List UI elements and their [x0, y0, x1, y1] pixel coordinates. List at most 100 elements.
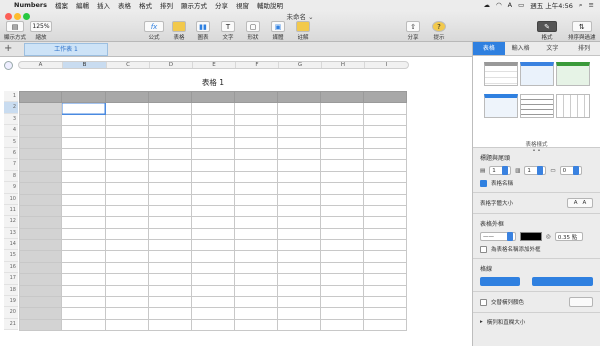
- table-cell-c17[interactable]: [105, 273, 149, 286]
- table-cell-f15[interactable]: [234, 250, 278, 263]
- table-cell-f7[interactable]: [234, 159, 278, 172]
- table-cell-f2[interactable]: [234, 102, 278, 115]
- table-cell-c8[interactable]: [105, 170, 149, 184]
- table-cell-c9[interactable]: [105, 182, 149, 195]
- table-cell-e13[interactable]: [191, 227, 235, 241]
- table-cell-b19[interactable]: [61, 296, 106, 309]
- header-rows-stepper[interactable]: 1: [489, 166, 512, 175]
- table-cell-b4[interactable]: [61, 125, 106, 138]
- table-cell-d21[interactable]: [148, 318, 192, 332]
- table-cell-h16[interactable]: [320, 261, 364, 275]
- table-cell-b8[interactable]: [61, 170, 106, 184]
- table-cell-b9[interactable]: [61, 182, 106, 195]
- row-header-14[interactable]: 14: [4, 239, 18, 251]
- table-cell-d12[interactable]: [148, 216, 192, 229]
- menu-format[interactable]: 格式: [139, 0, 152, 10]
- table-button[interactable]: 表格: [172, 21, 186, 41]
- table-cell-a16[interactable]: [19, 261, 62, 275]
- table-cell-f13[interactable]: [234, 227, 278, 241]
- share-button[interactable]: ⇧ 分享: [406, 21, 420, 41]
- table-cell-i16[interactable]: [363, 261, 407, 275]
- table-cell-h6[interactable]: [320, 147, 364, 161]
- row-header-21[interactable]: 21: [4, 318, 18, 331]
- menu-view[interactable]: 顯示方式: [181, 0, 207, 10]
- row-column-size-section[interactable]: ▸ 橫列和直欄大小: [473, 313, 600, 331]
- font-size-buttons[interactable]: AA: [567, 198, 593, 208]
- table-cell-i9[interactable]: [363, 182, 407, 195]
- table-cell-d17[interactable]: [148, 273, 192, 286]
- row-header-11[interactable]: 11: [4, 204, 18, 217]
- input-source-icon[interactable]: A: [508, 1, 512, 9]
- table-cell-f5[interactable]: [234, 136, 278, 149]
- menu-help[interactable]: 輔助說明: [257, 0, 283, 10]
- row-header-8[interactable]: 8: [4, 170, 18, 183]
- row-header-13[interactable]: 13: [4, 227, 18, 240]
- table-name-outline-checkbox[interactable]: [480, 245, 487, 253]
- table-cell-i13[interactable]: [363, 227, 407, 241]
- table-cell-g21[interactable]: [277, 318, 321, 332]
- table-cell-a12[interactable]: [19, 216, 62, 229]
- table-cell-g16[interactable]: [277, 261, 321, 275]
- table-cell-e18[interactable]: [191, 284, 235, 298]
- table-cell-f10[interactable]: [234, 193, 278, 206]
- table-cell-f16[interactable]: [234, 261, 278, 275]
- table-cell-a1[interactable]: [19, 90, 62, 104]
- table-cell-b6[interactable]: [61, 147, 106, 161]
- table-cell-i6[interactable]: [363, 147, 407, 161]
- table-cell-a3[interactable]: [19, 113, 62, 127]
- table-cell-g5[interactable]: [277, 136, 321, 149]
- table-cell-i5[interactable]: [363, 136, 407, 149]
- table-cell-b18[interactable]: [61, 284, 106, 298]
- table-cell-h8[interactable]: [320, 170, 364, 184]
- table-cell-e8[interactable]: [191, 170, 235, 184]
- tab-arrange[interactable]: 排列: [568, 42, 600, 55]
- table-cell-g14[interactable]: [277, 239, 321, 252]
- row-header-19[interactable]: 19: [4, 296, 18, 308]
- table-cell-f1[interactable]: [234, 90, 278, 104]
- table-cell-i19[interactable]: [363, 296, 407, 309]
- table-cell-h1[interactable]: [320, 90, 364, 104]
- table-cell-c12[interactable]: [105, 216, 149, 229]
- menu-share[interactable]: 分享: [215, 0, 228, 10]
- comment-button[interactable]: 註解: [296, 21, 310, 41]
- outline-style-dropdown[interactable]: ——: [480, 232, 516, 241]
- table-cell-g18[interactable]: [277, 284, 321, 298]
- font-bigger-button[interactable]: A: [583, 200, 587, 206]
- table-cell-e5[interactable]: [191, 136, 235, 149]
- table-select-handle[interactable]: [4, 61, 13, 70]
- font-smaller-button[interactable]: A: [574, 200, 578, 206]
- document-title[interactable]: 未命名 ⌄: [0, 11, 600, 21]
- table-cell-b21[interactable]: [61, 318, 106, 332]
- table-cell-g7[interactable]: [277, 159, 321, 172]
- table-cell-c20[interactable]: [105, 307, 149, 320]
- table-cell-c2[interactable]: [105, 102, 149, 115]
- table-cell-g19[interactable]: [277, 296, 321, 309]
- table-cell-g8[interactable]: [277, 170, 321, 184]
- table-cell-e21[interactable]: [191, 318, 235, 332]
- table-cell-a18[interactable]: [19, 284, 62, 298]
- table-cell-f20[interactable]: [234, 307, 278, 320]
- table-cell-f18[interactable]: [234, 284, 278, 298]
- table-style-6[interactable]: [556, 94, 590, 118]
- table-cell-e16[interactable]: [191, 261, 235, 275]
- table-cell-i21[interactable]: [363, 318, 407, 332]
- table-cell-i17[interactable]: [363, 273, 407, 286]
- menu-edit[interactable]: 編輯: [76, 0, 89, 10]
- table-cell-g3[interactable]: [277, 113, 321, 127]
- row-header-bar[interactable]: 1 2 3 4 5 6 7 8 9 10 11 12 13 14 15 16 17 18 19 20 21: [4, 91, 18, 331]
- battery-icon[interactable]: ▭: [518, 1, 524, 9]
- table-cell-g10[interactable]: [277, 193, 321, 206]
- outline-width-field[interactable]: 0.35 點: [554, 232, 583, 241]
- table-cell-a14[interactable]: [19, 239, 62, 252]
- table-cell-d1[interactable]: [148, 90, 192, 104]
- row-header-1[interactable]: 1: [4, 91, 18, 103]
- table-cell-d20[interactable]: [148, 307, 192, 320]
- table-cell-b11[interactable]: [61, 204, 106, 218]
- text-button[interactable]: T 文字: [221, 21, 235, 41]
- footer-rows-stepper[interactable]: 0: [559, 166, 582, 175]
- table-cell-e19[interactable]: [191, 296, 235, 309]
- table-cell-b14[interactable]: [61, 239, 106, 252]
- table-cell-c21[interactable]: [105, 318, 149, 332]
- table-cell-d8[interactable]: [148, 170, 192, 184]
- formula-button[interactable]: fx 公式: [144, 21, 164, 41]
